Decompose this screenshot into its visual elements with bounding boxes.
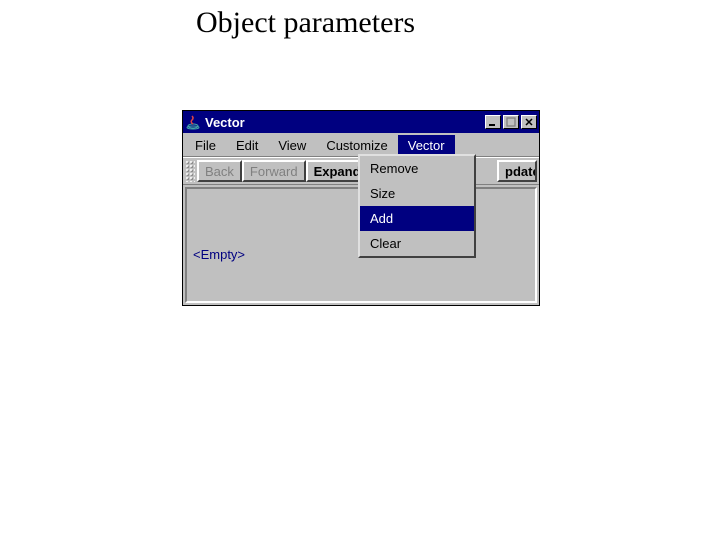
update-button[interactable]: pdate (497, 160, 537, 182)
dropdown-item-add[interactable]: Add (360, 206, 474, 231)
dropdown-item-remove[interactable]: Remove (360, 156, 474, 181)
minimize-button[interactable] (485, 115, 501, 129)
menu-file[interactable]: File (185, 135, 226, 156)
close-button[interactable] (521, 115, 537, 129)
menu-edit[interactable]: Edit (226, 135, 268, 156)
menu-customize[interactable]: Customize (316, 135, 397, 156)
java-icon (185, 114, 201, 130)
dropdown-item-size[interactable]: Size (360, 181, 474, 206)
maximize-button[interactable] (503, 115, 519, 129)
dropdown-item-clear[interactable]: Clear (360, 231, 474, 256)
empty-indicator: <Empty> (193, 247, 245, 262)
window-controls (485, 115, 537, 129)
slide-title: Object parameters (196, 6, 415, 40)
menu-vector[interactable]: Vector (398, 135, 455, 156)
back-button[interactable]: Back (197, 160, 242, 182)
menu-view[interactable]: View (268, 135, 316, 156)
vector-dropdown-menu: Remove Size Add Clear (358, 154, 476, 258)
window-title: Vector (205, 115, 485, 130)
toolbar-gripper[interactable] (185, 160, 195, 182)
titlebar[interactable]: Vector (183, 111, 539, 133)
forward-button[interactable]: Forward (242, 160, 306, 182)
